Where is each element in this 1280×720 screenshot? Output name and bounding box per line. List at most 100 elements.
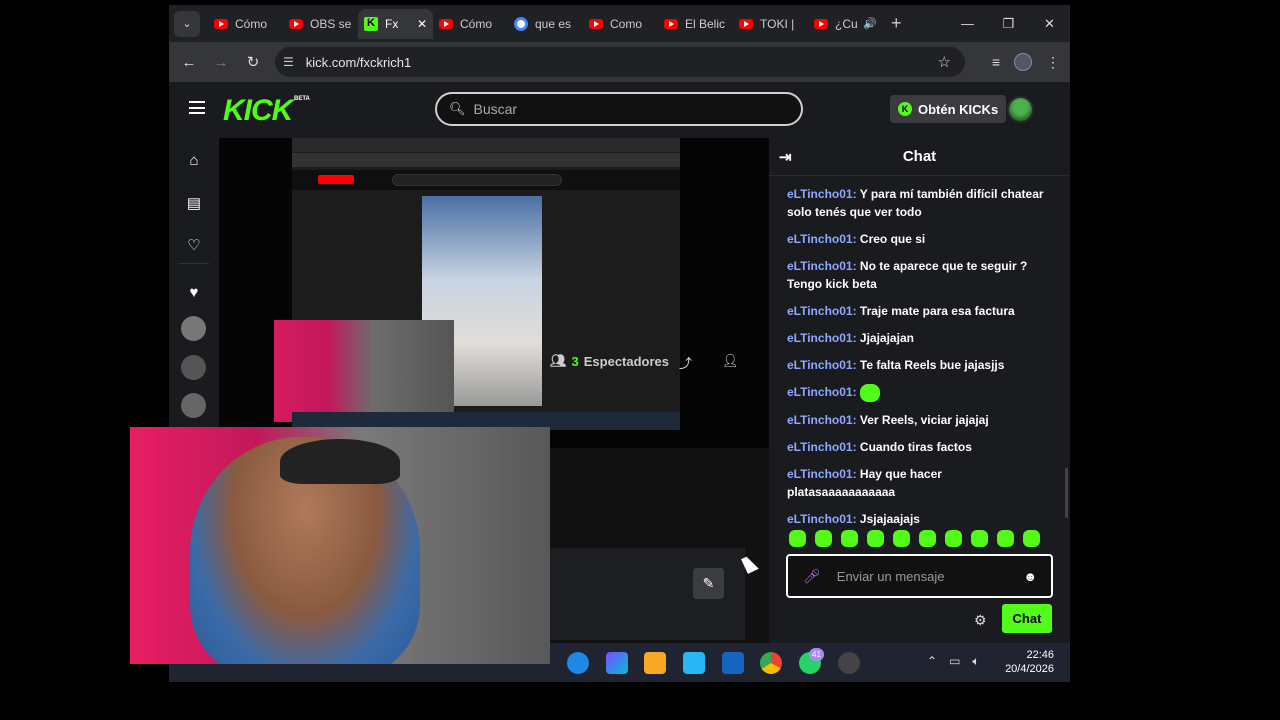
chat-send-button[interactable]: Chat: [1002, 604, 1052, 633]
channel-avatar[interactable]: [181, 316, 206, 341]
profile-avatar[interactable]: [1014, 53, 1032, 71]
chat-username[interactable]: eLTincho01:: [787, 232, 857, 246]
emote-icon[interactable]: [815, 530, 832, 547]
chat-username[interactable]: eLTincho01:: [787, 187, 857, 201]
browser-tab[interactable]: TOKI |: [733, 9, 808, 39]
clock-date: 20/4/2026: [1005, 663, 1054, 675]
store-icon[interactable]: [683, 652, 705, 674]
following-icon[interactable]: ♡: [185, 236, 203, 254]
chat-message-text: Cuando tiras factos: [856, 439, 972, 454]
reload-icon[interactable]: ↻: [237, 53, 269, 71]
system-tray: ⌃ ▭ 🔈︎: [927, 654, 980, 669]
chat-username[interactable]: eLTincho01:: [787, 512, 857, 526]
chat-message: eLTincho01: Jsjajaajajs: [787, 510, 1049, 528]
share-icon[interactable]: ⤴: [679, 353, 692, 372]
edge-icon[interactable]: [567, 652, 589, 674]
inner-webcam: [274, 320, 454, 422]
search-placeholder: Buscar: [473, 101, 518, 117]
minimize-icon[interactable]: —: [947, 5, 988, 42]
chevron-up-icon[interactable]: ⌃: [927, 654, 937, 669]
window-controls: — ❐ ✕: [947, 5, 1070, 42]
edit-pencil-button[interactable]: ✎: [693, 568, 724, 599]
get-kicks-label: Obtén KICKs: [918, 101, 999, 117]
taskbar-clock[interactable]: 22:46 20/4/2026: [994, 648, 1054, 676]
chat-message-text: Creo que si: [856, 232, 926, 246]
back-icon[interactable]: ←: [173, 54, 205, 71]
address-bar[interactable]: ☰ kick.com/fxckrich1 ☆: [275, 47, 965, 77]
chat-username[interactable]: eLTincho01:: [787, 259, 857, 273]
browser-tab[interactable]: Cómo: [433, 9, 508, 39]
chat-messages: eLTincho01: Y para mí también difícil ch…: [787, 185, 1049, 537]
browser-tab[interactable]: El Belic: [658, 9, 733, 39]
chat-settings-gear-icon[interactable]: ⚙: [974, 612, 987, 629]
emote-icon[interactable]: [971, 530, 988, 547]
browser-tab[interactable]: ¿Cu 🔊: [808, 9, 883, 39]
more-menu-icon[interactable]: ⋮: [1046, 54, 1060, 71]
close-window-icon[interactable]: ✕: [1029, 5, 1070, 42]
channel-avatar[interactable]: [181, 355, 206, 380]
browser-tab[interactable]: OBS se: [283, 9, 358, 39]
file-explorer-icon[interactable]: [644, 652, 666, 674]
beta-badge: BETA: [294, 96, 310, 102]
microphone-icon[interactable]: 🎤︎: [803, 568, 821, 585]
chat-username[interactable]: eLTincho01:: [787, 467, 857, 481]
network-icon[interactable]: ▭: [949, 654, 960, 669]
emote-icon[interactable]: [867, 530, 884, 547]
chat-username[interactable]: eLTincho01:: [787, 304, 857, 318]
user-avatar[interactable]: [1007, 96, 1034, 123]
stream-player[interactable]: [219, 138, 769, 448]
emote-icon[interactable]: [945, 530, 962, 547]
emote-icon[interactable]: [997, 530, 1014, 547]
emote-icon[interactable]: [919, 530, 936, 547]
copilot-icon[interactable]: [606, 652, 628, 674]
chat-username[interactable]: eLTincho01:: [787, 358, 857, 372]
emote-icon[interactable]: [841, 530, 858, 547]
search-input[interactable]: 🔍︎ Buscar: [435, 92, 803, 126]
restore-icon[interactable]: ❐: [988, 5, 1029, 42]
browse-icon[interactable]: ▤: [185, 194, 203, 212]
chat-message: eLTincho01:: [787, 383, 1049, 402]
chat-scrollbar[interactable]: [1065, 468, 1068, 518]
viewer-count: 👥︎ 3 Espectadores: [550, 353, 669, 369]
viewer-label: Espectadores: [583, 353, 670, 369]
obs-icon[interactable]: [838, 652, 860, 674]
chrome-icon[interactable]: [760, 652, 782, 674]
tab-search-button[interactable]: ⌄: [174, 10, 200, 37]
collapse-chat-icon[interactable]: ⇥: [779, 148, 792, 166]
browser-tab[interactable]: Cómo: [208, 9, 283, 39]
speaker-icon[interactable]: 🔊: [863, 17, 877, 30]
youtube-icon: [439, 18, 453, 29]
bookmark-star-icon[interactable]: ☆: [938, 53, 951, 71]
kick-logo[interactable]: KICK: [223, 94, 293, 128]
channel-avatar[interactable]: [181, 393, 206, 418]
home-icon[interactable]: ⌂: [185, 152, 203, 169]
get-kicks-button[interactable]: K Obtén KICKs: [890, 95, 1007, 123]
media-control-icon[interactable]: ≡: [992, 54, 1000, 70]
forward-icon[interactable]: →: [205, 54, 237, 71]
new-tab-button[interactable]: +: [891, 13, 902, 34]
browser-tab[interactable]: Como: [583, 9, 658, 39]
youtube-icon: [289, 18, 303, 29]
sidebar-divider: [179, 263, 209, 264]
chat-username[interactable]: eLTincho01:: [787, 331, 857, 345]
chat-message-input[interactable]: 🎤︎ Enviar un mensaje ☻: [786, 554, 1053, 598]
chat-username[interactable]: eLTincho01:: [787, 385, 857, 399]
browser-tab[interactable]: que es: [508, 9, 583, 39]
heart-icon[interactable]: ♥: [185, 284, 203, 301]
follow-icon[interactable]: 👤︎: [722, 353, 739, 369]
mail-icon[interactable]: [722, 652, 744, 674]
close-tab-icon[interactable]: ✕: [417, 17, 427, 31]
emote-icon[interactable]: [1023, 530, 1040, 547]
site-settings-icon[interactable]: ☰: [283, 55, 294, 69]
chat-username[interactable]: eLTincho01:: [787, 413, 857, 427]
chat-message-text: Ver Reels, viciar jajajaj: [856, 412, 989, 427]
hamburger-menu-icon[interactable]: [189, 101, 205, 114]
emoji-picker-icon[interactable]: ☻: [1023, 569, 1037, 584]
emote-icon[interactable]: [893, 530, 910, 547]
browser-tab-active[interactable]: Fx✕: [358, 8, 433, 39]
streamer-hair: [280, 439, 400, 484]
chat-username[interactable]: eLTincho01:: [787, 440, 857, 454]
youtube-icon: [589, 18, 603, 29]
volume-icon[interactable]: 🔈︎: [972, 654, 979, 669]
emote-icon[interactable]: [789, 530, 806, 547]
